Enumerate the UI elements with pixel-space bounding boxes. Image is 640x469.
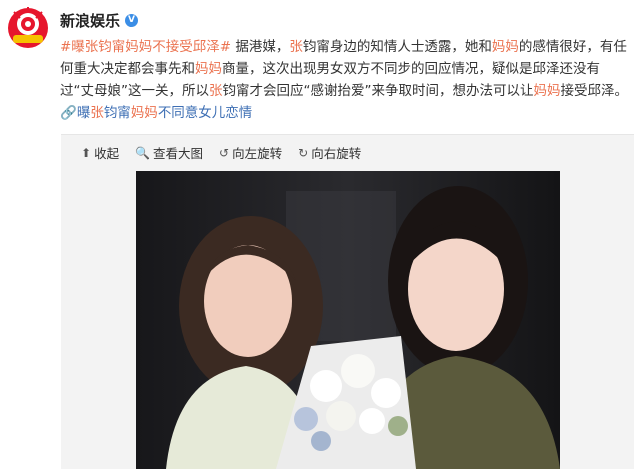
media-toolbar: ⬆ 收起 🔍 查看大图 ↺ 向左旋转 ↻ 向右旋转 bbox=[81, 143, 361, 162]
collapse-button[interactable]: ⬆ 收起 bbox=[81, 143, 119, 162]
post-segment[interactable]: 曝 bbox=[77, 105, 91, 121]
account-header: 新浪娱乐 V bbox=[60, 10, 139, 31]
hashtag-link[interactable]: #曝张钧甯妈妈不接受邱泽# bbox=[60, 39, 231, 55]
post-text: #曝张钧甯妈妈不接受邱泽# 据港媒，张钧甯身边的知情人士透露，她和妈妈的感情很好… bbox=[60, 36, 632, 124]
post-segment[interactable]: 钧甯 bbox=[104, 105, 131, 121]
post-segment: 妈妈 bbox=[195, 61, 222, 77]
media-panel: ⬆ 收起 🔍 查看大图 ↺ 向左旋转 ↻ 向右旋转 bbox=[61, 134, 634, 469]
post-segment: 接受邱泽。 bbox=[560, 83, 629, 99]
sina-logo-icon bbox=[8, 7, 48, 48]
post-segment: 张 bbox=[209, 83, 223, 99]
rotate-left-icon: ↺ bbox=[219, 145, 230, 160]
post-segment[interactable]: 不同意女儿恋情 bbox=[158, 105, 253, 121]
post-segment: 钧甯才会回应“感谢抬爱”来争取时间，想办法可以让 bbox=[222, 83, 534, 99]
post-segment: 妈妈 bbox=[491, 39, 519, 55]
link-icon[interactable]: 🔗 bbox=[60, 105, 77, 121]
photo-image bbox=[136, 171, 560, 469]
account-name[interactable]: 新浪娱乐 bbox=[60, 10, 120, 31]
account-avatar[interactable] bbox=[6, 6, 50, 50]
arrow-up-icon: ⬆ bbox=[81, 145, 92, 160]
post-photo[interactable] bbox=[136, 171, 560, 469]
post-segment: 张 bbox=[90, 105, 104, 121]
rotate-right-icon: ↻ bbox=[298, 145, 309, 160]
zoom-icon: 🔍 bbox=[135, 145, 151, 160]
post-segment: 钧甯身边的知情人士透露，她和 bbox=[302, 39, 492, 55]
verified-badge-icon: V bbox=[125, 14, 139, 27]
rotate-left-button[interactable]: ↺ 向左旋转 bbox=[219, 143, 282, 162]
post-segment: 张 bbox=[289, 39, 303, 55]
post-segment: 妈妈 bbox=[533, 83, 561, 99]
post-segment: 据港媒， bbox=[231, 39, 290, 55]
post-segment: 妈妈 bbox=[130, 105, 158, 121]
view-large-button[interactable]: 🔍 查看大图 bbox=[135, 143, 203, 162]
rotate-right-button[interactable]: ↻ 向右旋转 bbox=[298, 143, 361, 162]
